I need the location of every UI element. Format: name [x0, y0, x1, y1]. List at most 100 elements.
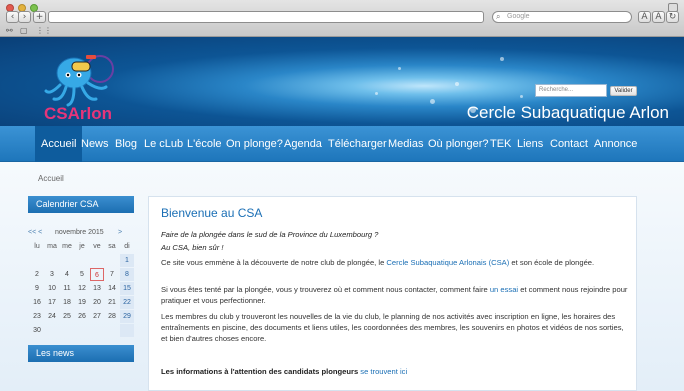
calendar-grid: lu ma me je ve sa di 1 2 3 4 5 6 7 8 9 10 11 12 13 14 15 16 17 1…	[28, 240, 134, 338]
calendar-day[interactable]: 25	[60, 310, 74, 323]
calendar-weekday: ma	[47, 243, 57, 250]
reading-list-icon[interactable]: ⚯	[6, 26, 13, 36]
calendar-day[interactable]: 9	[30, 282, 44, 295]
calendar-empty-cell	[45, 254, 59, 267]
nav-item-tek[interactable]: TEK	[490, 126, 511, 162]
calendar-day[interactable]: 1	[120, 254, 134, 267]
calendar-empty-cell	[30, 254, 44, 267]
calendar-next-button[interactable]: >	[118, 228, 122, 237]
article-title: Bienvenue au CSA	[161, 206, 263, 220]
paragraph-members: Les membres du club y trouveront les nou…	[161, 312, 624, 343]
calendar-weekday: me	[62, 243, 72, 250]
nav-item-blog[interactable]: Blog	[115, 126, 137, 162]
welcome-article: Bienvenue au CSA Faire de la plongée dan…	[148, 196, 637, 391]
calendar-week: 16 17 18 19 20 21 22	[28, 296, 134, 310]
calendar-day[interactable]: 24	[45, 310, 59, 323]
calendar-day[interactable]: 15	[120, 282, 134, 295]
calendar-empty-cell	[45, 324, 59, 337]
calendar-prev-button[interactable]: << <	[28, 228, 42, 237]
calendar-weekday: di	[124, 243, 130, 250]
browser-toolbar: ‹ › + ⌕ Google A A ↻	[0, 11, 684, 25]
calendar-day[interactable]: 3	[45, 268, 59, 281]
news-title: Les news	[28, 345, 134, 362]
search-submit-button[interactable]: Valider	[610, 86, 637, 96]
calendar-day[interactable]: 19	[75, 296, 89, 309]
calendar-day[interactable]: 8	[120, 268, 134, 281]
calendar-day[interactable]: 13	[90, 282, 104, 295]
calendar-widget: Calendrier CSA	[28, 196, 134, 213]
calendar-day[interactable]: 5	[75, 268, 89, 281]
csarlon-logo[interactable]: CSArlon	[40, 47, 130, 123]
calendar-week: 1	[28, 254, 134, 268]
calendar-day[interactable]: 6	[90, 268, 104, 281]
calendar-day[interactable]: 21	[105, 296, 119, 309]
main-nav: Accueil News Blog Le cLub L'école On plo…	[0, 126, 684, 162]
club-name-link[interactable]: Cercle Subaquatique Arlonais (CSA)	[386, 258, 509, 267]
text-larger-icon[interactable]: A	[652, 11, 665, 23]
paragraph-intro: Ce site vous emmène à la découverte de n…	[161, 258, 595, 267]
calendar-day[interactable]: 12	[75, 282, 89, 295]
browser-search-input[interactable]: ⌕ Google	[492, 11, 632, 23]
calendar-day[interactable]: 26	[75, 310, 89, 323]
calendar-day[interactable]: 4	[60, 268, 74, 281]
nav-item-annonce[interactable]: Annonce	[594, 126, 637, 162]
calendar-day[interactable]: 23	[30, 310, 44, 323]
calendar-weekdays: lu ma me je ve sa di	[28, 240, 134, 254]
calendar-day[interactable]: 30	[30, 324, 44, 337]
calendar-empty-cell	[75, 324, 89, 337]
calendar-empty-cell	[90, 324, 104, 337]
breadcrumb[interactable]: Accueil	[38, 174, 64, 184]
site-header: CSArlon Recherche... Valider Cercle Suba…	[0, 37, 684, 126]
site-title: Cercle Subaquatique Arlon	[466, 103, 669, 122]
nav-item-news[interactable]: News	[81, 126, 109, 162]
new-tab-icon[interactable]: +	[33, 11, 46, 23]
calendar-day[interactable]: 16	[30, 296, 44, 309]
nav-item-le-club[interactable]: Le cLub	[144, 126, 183, 162]
site-search-input[interactable]: Recherche...	[535, 84, 607, 97]
bookmarks-icon[interactable]: ▢	[20, 26, 28, 36]
trial-link[interactable]: un essai	[490, 285, 518, 294]
logo-text: CSArlon	[44, 104, 112, 123]
calendar-day[interactable]: 7	[105, 268, 119, 281]
calendar-day[interactable]: 14	[105, 282, 119, 295]
bookmarks-bar: ⚯ ▢ ⋮⋮	[0, 26, 684, 37]
calendar-day[interactable]: 22	[120, 296, 134, 309]
calendar-empty-cell	[105, 254, 119, 267]
nav-item-medias[interactable]: Medias	[388, 126, 423, 162]
browser-search-placeholder: Google	[507, 13, 530, 20]
calendar-day[interactable]: 11	[60, 282, 74, 295]
calendar-empty-cell	[60, 254, 74, 267]
calendar-day[interactable]: 17	[45, 296, 59, 309]
calendar-title: Calendrier CSA	[28, 196, 134, 213]
browser-chrome: ‹ › + ⌕ Google A A ↻ ⚯ ▢ ⋮⋮	[0, 0, 684, 37]
nav-item-telecharger[interactable]: Télécharger	[328, 126, 387, 162]
candidates-info-link[interactable]: se trouvent ici	[360, 367, 407, 376]
calendar-day[interactable]: 10	[45, 282, 59, 295]
calendar-empty-cell	[105, 324, 119, 337]
nav-item-contact[interactable]: Contact	[550, 126, 588, 162]
calendar-day[interactable]: 18	[60, 296, 74, 309]
calendar-day[interactable]: 2	[30, 268, 44, 281]
news-widget: Les news	[28, 345, 134, 362]
nav-item-ou-plonger[interactable]: Où plonger?	[428, 126, 489, 162]
forward-icon[interactable]: ›	[18, 11, 31, 23]
top-sites-icon[interactable]: ⋮⋮	[36, 26, 52, 36]
nav-item-accueil[interactable]: Accueil	[35, 126, 83, 162]
text-smaller-icon[interactable]: A	[638, 11, 651, 23]
nav-item-ecole[interactable]: L'école	[187, 126, 222, 162]
nav-item-liens[interactable]: Liens	[517, 126, 543, 162]
reload-icon[interactable]: ↻	[666, 11, 679, 23]
candidates-info-label: Les informations à l'attention des candi…	[161, 367, 359, 376]
calendar-day[interactable]: 20	[90, 296, 104, 309]
calendar-week: 9 10 11 12 13 14 15	[28, 282, 134, 296]
nav-item-on-plonge[interactable]: On plonge?	[226, 126, 283, 162]
calendar-month: novembre 2015	[55, 229, 104, 236]
calendar-empty-cell	[90, 254, 104, 267]
paragraph-newcomers: Si vous êtes tenté par la plongée, vous …	[161, 285, 628, 305]
calendar-day[interactable]: 27	[90, 310, 104, 323]
url-bar[interactable]	[48, 11, 484, 23]
nav-item-agenda[interactable]: Agenda	[284, 126, 322, 162]
calendar-day[interactable]: 29	[120, 310, 134, 323]
calendar-day[interactable]: 28	[105, 310, 119, 323]
candidates-info: Les informations à l'attention des candi…	[161, 367, 407, 377]
